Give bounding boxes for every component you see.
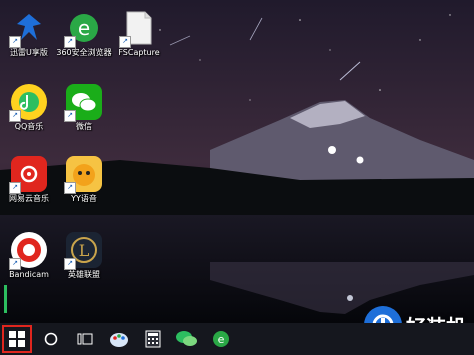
svg-text:e: e — [218, 333, 225, 346]
icon-label: FSCapture — [118, 48, 160, 57]
shortcut-arrow-icon: ↗ — [9, 258, 21, 270]
calculator-icon — [145, 330, 161, 348]
desktop-icon-netease-music[interactable]: ↗ 网易云音乐 — [0, 156, 58, 204]
taskbar-app-wechat[interactable] — [170, 323, 204, 355]
desktop-icon-lol[interactable]: L ↗ 英雄联盟 — [55, 232, 113, 280]
icon-label: 微信 — [76, 122, 92, 131]
qq-music-icon: ↗ — [9, 84, 47, 122]
shortcut-arrow-icon: ↗ — [64, 36, 76, 48]
desktop-icon-360-browser[interactable]: e ↗ 360安全浏览器 — [55, 10, 113, 58]
shortcut-arrow-icon: ↗ — [64, 182, 76, 194]
icon-label: QQ音乐 — [14, 122, 44, 131]
svg-text:L: L — [79, 241, 90, 260]
netease-music-icon: ↗ — [9, 156, 47, 194]
shortcut-arrow-icon: ↗ — [9, 182, 21, 194]
wechat-icon — [176, 331, 197, 346]
desktop-icon-qq-music[interactable]: ↗ QQ音乐 — [0, 84, 58, 132]
yy-voice-icon: ↗ — [64, 156, 102, 194]
league-of-legends-icon: L ↗ — [64, 232, 102, 270]
search-button[interactable] — [34, 323, 68, 355]
shortcut-arrow-icon: ↗ — [119, 36, 131, 48]
icon-label: 迅雷U享版 — [10, 48, 48, 57]
shortcut-arrow-icon: ↗ — [9, 36, 21, 48]
desktop-icon-bandicam[interactable]: ↗ Bandicam — [0, 232, 58, 280]
icon-label: 360安全浏览器 — [56, 48, 112, 57]
shortcut-arrow-icon: ↗ — [64, 110, 76, 122]
wechat-icon: ↗ — [64, 84, 102, 122]
svg-text:e: e — [78, 16, 90, 40]
desktop: ↗ 迅雷U享版 ↗ QQ音乐 ↗ 网易云音乐 ↗ Bandicam e ↗ 36… — [0, 0, 474, 323]
task-view-icon — [77, 333, 93, 345]
360-browser-icon: e ↗ — [64, 10, 102, 48]
bandicam-icon: ↗ — [9, 232, 47, 270]
icon-label: Bandicam — [9, 270, 49, 279]
shortcut-arrow-icon: ↗ — [64, 258, 76, 270]
file-icon: ↗ — [119, 10, 157, 48]
search-circle-icon — [44, 332, 58, 346]
taskbar: e — [0, 323, 474, 355]
desktop-icon-fscapture[interactable]: ↗ FSCapture — [110, 10, 168, 58]
start-button[interactable] — [0, 323, 34, 355]
taskbar-app-calculator[interactable] — [136, 323, 170, 355]
desktop-icon-wechat[interactable]: ↗ 微信 — [55, 84, 113, 132]
windows-icon — [9, 331, 25, 347]
xunlei-icon: ↗ — [9, 10, 47, 48]
desktop-icon-yy[interactable]: ↗ YY语音 — [55, 156, 113, 204]
icon-label: 网易云音乐 — [9, 194, 49, 203]
360-browser-icon: e — [213, 331, 229, 347]
task-view-button[interactable] — [68, 323, 102, 355]
paint-icon — [110, 333, 128, 347]
desktop-icon-xunlei[interactable]: ↗ 迅雷U享版 — [0, 10, 58, 58]
scroll-indicator — [4, 285, 7, 313]
shortcut-arrow-icon: ↗ — [9, 110, 21, 122]
taskbar-app-360-browser[interactable]: e — [204, 323, 238, 355]
icon-label: 英雄联盟 — [68, 270, 100, 279]
icon-label: YY语音 — [71, 194, 97, 203]
taskbar-app-paint[interactable] — [102, 323, 136, 355]
